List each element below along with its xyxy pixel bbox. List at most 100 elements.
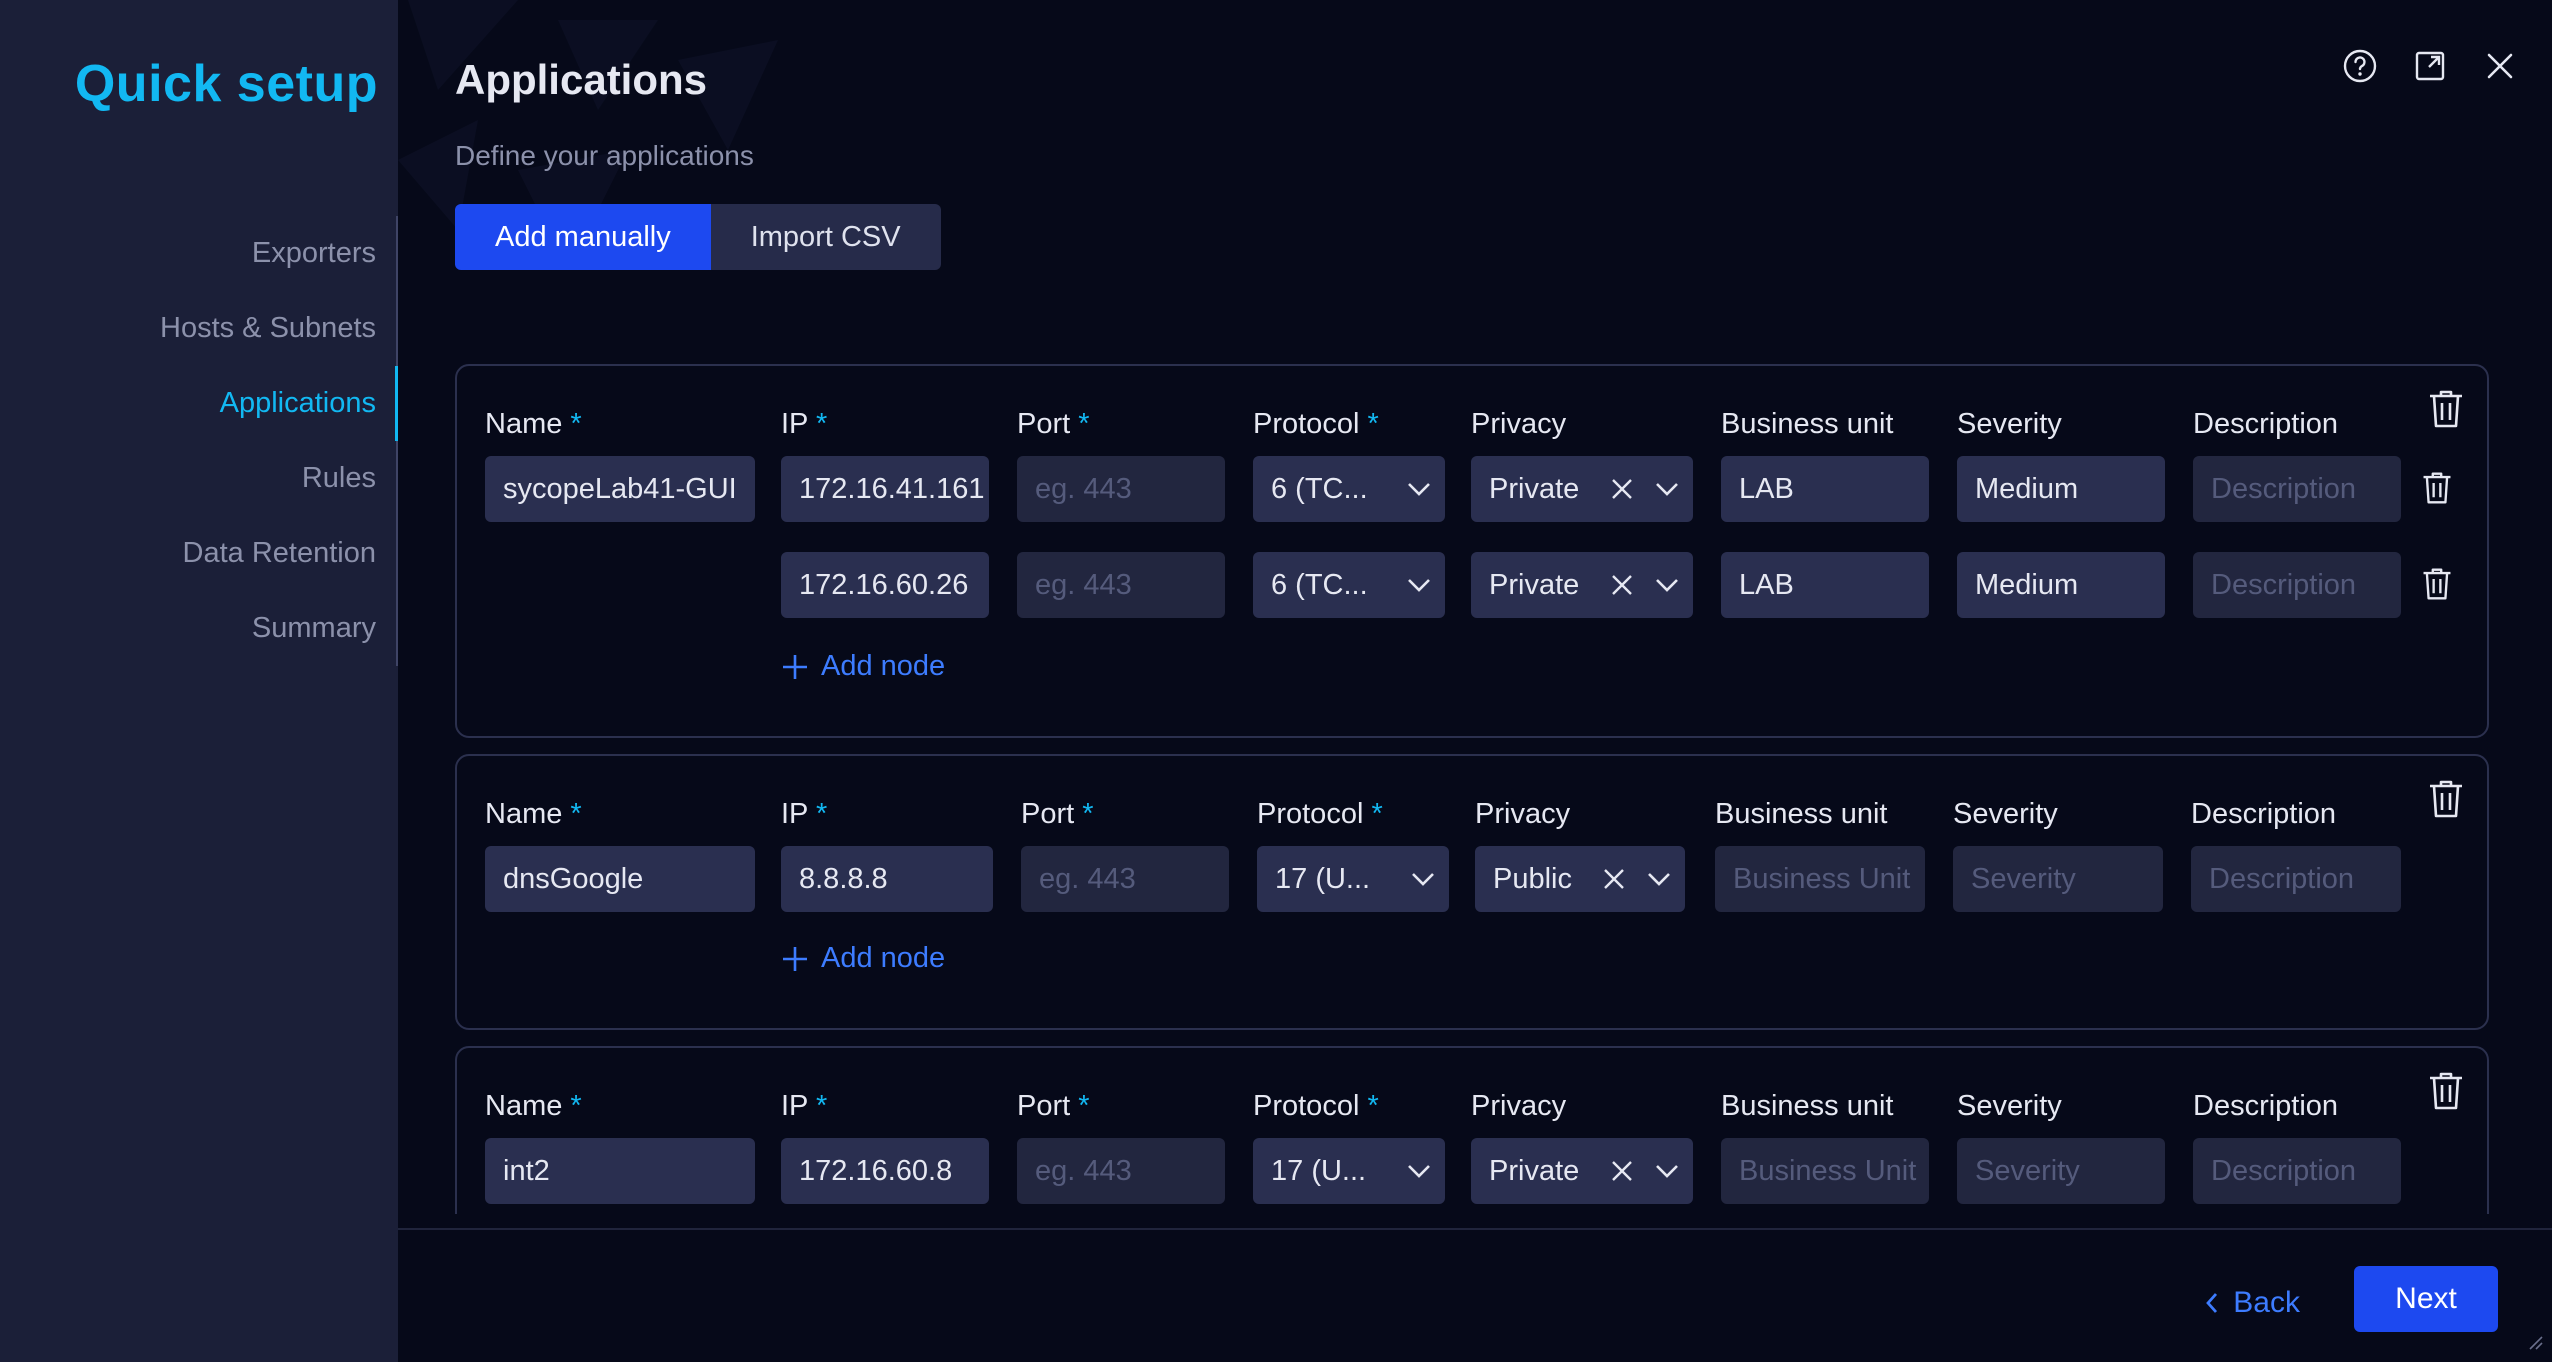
chevron-down-icon xyxy=(1407,1164,1431,1178)
delete-application-icon[interactable] xyxy=(2427,1070,2465,1117)
privacy-label: Privacy xyxy=(1471,1090,1567,1122)
wizard-footer: Back Next xyxy=(398,1228,2552,1362)
resize-handle-icon[interactable] xyxy=(2526,1333,2544,1356)
add-node-label: Add node xyxy=(821,942,946,974)
ip-input[interactable]: 8.8.8.8 xyxy=(781,846,993,912)
add-manually-button[interactable]: Add manually xyxy=(455,204,711,270)
business-unit-input[interactable]: LAB xyxy=(1721,456,1929,522)
ip-label: IP * xyxy=(781,798,828,830)
ip-input[interactable]: 172.16.60.8 xyxy=(781,1138,989,1204)
privacy-select[interactable]: Private xyxy=(1471,1138,1693,1204)
add-node-label: Add node xyxy=(821,650,946,682)
protocol-select[interactable]: 17 (U... xyxy=(1257,846,1449,912)
close-icon[interactable] xyxy=(2482,48,2518,84)
back-label: Back xyxy=(2233,1286,2300,1319)
chevron-down-icon xyxy=(1655,578,1679,592)
name-label: Name * xyxy=(485,798,582,830)
chevron-left-icon xyxy=(2205,1292,2219,1314)
page-title: Applications xyxy=(455,56,708,103)
description-input[interactable]: Description xyxy=(2193,1138,2401,1204)
protocol-label: Protocol * xyxy=(1253,1090,1379,1122)
protocol-select[interactable]: 17 (U... xyxy=(1253,1138,1445,1204)
port-input[interactable]: eg. 443 xyxy=(1017,1138,1225,1204)
description-label: Description xyxy=(2193,408,2339,440)
business-unit-label: Business unit xyxy=(1715,798,1888,830)
privacy-select[interactable]: Private xyxy=(1471,552,1693,618)
chevron-down-icon xyxy=(1655,482,1679,496)
description-input[interactable]: Description xyxy=(2193,456,2401,522)
clear-icon[interactable] xyxy=(1611,574,1633,596)
port-label: Port * xyxy=(1021,798,1094,830)
chevron-down-icon xyxy=(1655,1164,1679,1178)
input-mode-toggle: Add manually Import CSV xyxy=(455,204,941,270)
import-csv-button[interactable]: Import CSV xyxy=(710,204,941,270)
port-label: Port * xyxy=(1017,1090,1090,1122)
description-input[interactable]: Description xyxy=(2191,846,2401,912)
port-input[interactable]: eg. 443 xyxy=(1017,552,1225,618)
step-applications[interactable]: Applications xyxy=(0,366,398,441)
port-input[interactable]: eg. 443 xyxy=(1017,456,1225,522)
protocol-label: Protocol * xyxy=(1257,798,1383,830)
sidebar-title: Quick setup xyxy=(74,55,378,113)
chevron-down-icon xyxy=(1411,872,1435,886)
ip-input[interactable]: 172.16.41.161 xyxy=(781,456,989,522)
plus-icon xyxy=(781,945,809,973)
add-node-button[interactable]: Add node xyxy=(781,942,945,975)
delete-node-icon[interactable] xyxy=(2421,470,2457,510)
privacy-label: Privacy xyxy=(1475,798,1571,830)
clear-icon[interactable] xyxy=(1611,478,1633,500)
help-icon[interactable] xyxy=(2342,48,2378,84)
main-panel: Applications Define your applications Ad… xyxy=(398,0,2552,1362)
sidebar: Quick setup Exporters Hosts & Subnets Ap… xyxy=(0,0,398,1362)
description-input[interactable]: Description xyxy=(2193,552,2401,618)
business-unit-label: Business unit xyxy=(1721,408,1894,440)
clear-icon[interactable] xyxy=(1611,1160,1633,1182)
severity-input[interactable]: Medium xyxy=(1957,552,2165,618)
privacy-select[interactable]: Public xyxy=(1475,846,1685,912)
business-unit-input[interactable]: Business Unit xyxy=(1715,846,1925,912)
delete-application-icon[interactable] xyxy=(2427,778,2465,825)
clear-icon[interactable] xyxy=(1603,868,1625,890)
severity-label: Severity xyxy=(1957,1090,2062,1122)
name-input[interactable]: sycopeLab41-GUI xyxy=(485,456,755,522)
business-unit-input[interactable]: Business Unit xyxy=(1721,1138,1929,1204)
name-label: Name * xyxy=(485,1090,582,1122)
next-button[interactable]: Next xyxy=(2354,1266,2498,1332)
protocol-value: 17 (U... xyxy=(1271,1155,1367,1187)
severity-input[interactable]: Severity xyxy=(1957,1138,2165,1204)
chevron-down-icon xyxy=(1407,578,1431,592)
business-unit-input[interactable]: LAB xyxy=(1721,552,1929,618)
description-label: Description xyxy=(2191,798,2337,830)
name-input[interactable]: dnsGoogle xyxy=(485,846,755,912)
protocol-value: 6 (TC... xyxy=(1271,569,1368,601)
back-button[interactable]: Back xyxy=(2205,1286,2300,1320)
protocol-label: Protocol * xyxy=(1253,408,1379,440)
protocol-select[interactable]: 6 (TC... xyxy=(1253,456,1445,522)
add-node-button[interactable]: Add node xyxy=(781,650,945,683)
step-hosts-subnets[interactable]: Hosts & Subnets xyxy=(0,291,398,366)
severity-input[interactable]: Medium xyxy=(1957,456,2165,522)
step-summary[interactable]: Summary xyxy=(0,591,398,666)
privacy-select[interactable]: Private xyxy=(1471,456,1693,522)
port-label: Port * xyxy=(1017,408,1090,440)
protocol-select[interactable]: 6 (TC... xyxy=(1253,552,1445,618)
severity-label: Severity xyxy=(1953,798,2058,830)
ip-label: IP * xyxy=(781,1090,828,1122)
delete-application-icon[interactable] xyxy=(2427,388,2465,435)
application-card: Name * IP * Port * Protocol * Privacy Bu… xyxy=(455,754,2489,1030)
port-input[interactable]: eg. 443 xyxy=(1021,846,1229,912)
step-rules[interactable]: Rules xyxy=(0,441,398,516)
ip-label: IP * xyxy=(781,408,828,440)
privacy-value: Private xyxy=(1489,473,1580,505)
delete-node-icon[interactable] xyxy=(2421,566,2457,606)
business-unit-label: Business unit xyxy=(1721,1090,1894,1122)
expand-icon[interactable] xyxy=(2412,48,2448,84)
step-exporters[interactable]: Exporters xyxy=(0,216,398,291)
applications-list[interactable]: Name * IP * Port * Protocol * Privacy Bu… xyxy=(455,364,2489,1214)
ip-input[interactable]: 172.16.60.26 xyxy=(781,552,989,618)
wizard-steps: Exporters Hosts & Subnets Applications R… xyxy=(0,216,398,666)
plus-icon xyxy=(781,653,809,681)
name-input[interactable]: int2 xyxy=(485,1138,755,1204)
step-data-retention[interactable]: Data Retention xyxy=(0,516,398,591)
severity-input[interactable]: Severity xyxy=(1953,846,2163,912)
